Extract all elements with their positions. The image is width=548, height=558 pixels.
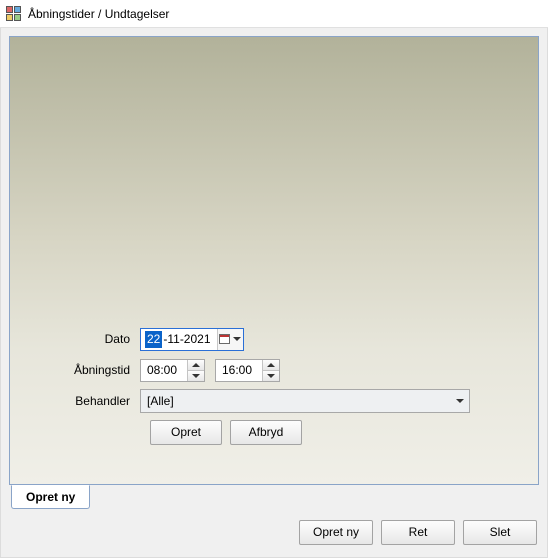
date-day-selected[interactable]: 22	[145, 331, 162, 348]
cancel-button[interactable]: Afbryd	[230, 420, 302, 445]
title-bar: Åbningstider / Undtagelser	[0, 0, 548, 28]
time-to-up[interactable]	[263, 360, 279, 370]
handler-dropdown-button[interactable]	[451, 390, 469, 412]
label-handler: Behandler	[20, 394, 140, 408]
edit-button[interactable]: Ret	[381, 520, 455, 545]
delete-button[interactable]: Slet	[463, 520, 537, 545]
chevron-down-icon	[456, 399, 464, 403]
handler-value: [Alle]	[141, 390, 451, 412]
bottom-button-bar: Opret ny Ret Slet	[299, 520, 537, 545]
time-from-spinner[interactable]	[187, 360, 204, 381]
date-picker[interactable]: 22 -11-2021	[140, 328, 244, 351]
form: Dato 22 -11-2021 Åbningstid	[10, 327, 538, 445]
tab-control: Dato 22 -11-2021 Åbningstid	[9, 36, 539, 509]
window-title: Åbningstider / Undtagelser	[28, 7, 169, 21]
time-to[interactable]: 16:00	[215, 359, 280, 382]
row-date: Dato 22 -11-2021	[20, 327, 528, 351]
time-from-value[interactable]: 08:00	[141, 360, 187, 381]
tab-page-create: Dato 22 -11-2021 Åbningstid	[9, 36, 539, 485]
time-from[interactable]: 08:00	[140, 359, 205, 382]
time-to-spinner[interactable]	[262, 360, 279, 381]
row-opening: Åbningstid 08:00 16:00	[20, 358, 528, 382]
row-handler: Behandler [Alle]	[20, 389, 528, 413]
calendar-icon	[219, 334, 230, 344]
label-date: Dato	[20, 332, 140, 346]
app-icon	[6, 6, 22, 22]
arrow-down-icon	[192, 374, 200, 378]
chevron-down-icon	[233, 337, 241, 341]
tab-create-new[interactable]: Opret ny	[11, 485, 90, 509]
handler-combo[interactable]: [Alle]	[140, 389, 470, 413]
time-to-value[interactable]: 16:00	[216, 360, 262, 381]
create-new-button[interactable]: Opret ny	[299, 520, 373, 545]
time-to-down[interactable]	[263, 370, 279, 381]
create-button[interactable]: Opret	[150, 420, 222, 445]
date-dropdown-button[interactable]	[217, 329, 243, 350]
arrow-up-icon	[192, 363, 200, 367]
time-from-up[interactable]	[188, 360, 204, 370]
time-from-down[interactable]	[188, 370, 204, 381]
client-area: Dato 22 -11-2021 Åbningstid	[0, 28, 548, 558]
arrow-up-icon	[267, 363, 275, 367]
tab-strip: Opret ny	[9, 485, 539, 509]
date-rest[interactable]: -11-2021	[162, 332, 214, 346]
label-opening: Åbningstid	[20, 363, 140, 377]
inner-button-row: Opret Afbryd	[150, 420, 528, 445]
arrow-down-icon	[267, 374, 275, 378]
